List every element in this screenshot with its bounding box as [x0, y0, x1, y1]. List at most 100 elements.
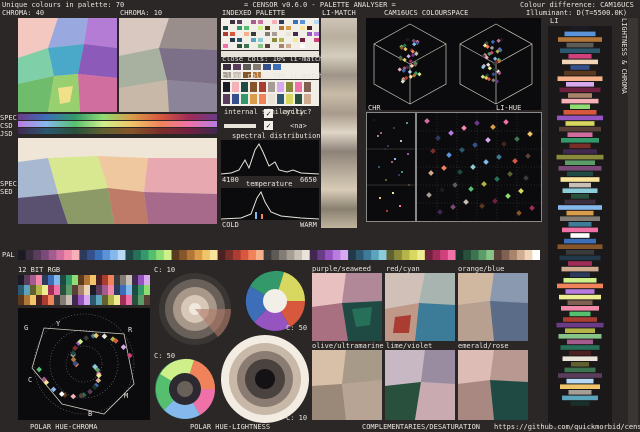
rgb12-cell: [78, 275, 84, 285]
li-hue-point: [426, 192, 432, 198]
pal-swatch: [133, 250, 142, 260]
hue-chroma-point: [120, 344, 127, 350]
li-hue-point: [523, 175, 529, 181]
lightness-bar: [570, 104, 590, 109]
lightness-chroma-label: LIGHTNESS & CHROMA: [620, 18, 628, 94]
close-colour-swatch: [295, 94, 302, 104]
lightness-bar: [557, 244, 603, 249]
pal-swatch: [294, 250, 303, 260]
comp-emerald-rose: [458, 350, 528, 420]
li-hue-point: [437, 209, 443, 215]
pal-swatch: [332, 250, 341, 260]
lightness-bar: [566, 250, 594, 255]
palette-swatch: [237, 44, 242, 48]
lightness-bar: [569, 182, 591, 188]
chroma-point: [392, 192, 394, 194]
lightness-bar: [563, 317, 597, 322]
colourspace-point: [494, 79, 500, 84]
lightness-bar: [568, 222, 592, 227]
rgb12-cell: [102, 285, 108, 295]
rgb12-cell: [96, 275, 102, 285]
pal-swatch: [79, 250, 88, 260]
close-cols-70-label: close cols: 70% li-match: [222, 72, 324, 80]
lightness-bar: [566, 378, 594, 384]
cam16ucs-label: CAM16UCS COLOURSPACE: [384, 9, 469, 17]
pal-swatch: [56, 250, 65, 260]
palette-swatch: [258, 32, 263, 36]
pal-swatch: [171, 250, 180, 260]
palette-swatch: [293, 38, 298, 42]
palette-swatch: [293, 20, 298, 24]
pal-swatch: [340, 250, 349, 260]
pal-swatch: [271, 250, 280, 260]
li-hue-point: [428, 170, 434, 176]
li-hue-point: [461, 125, 467, 131]
rgb12-cell: [54, 285, 60, 295]
temperature-label: temperature: [246, 180, 293, 188]
axis-g: G: [24, 324, 29, 332]
palette-swatch: [230, 38, 235, 42]
chroma-point: [407, 153, 409, 155]
li-hue-point: [463, 199, 469, 205]
rgb12-cell: [60, 275, 66, 285]
palette-swatch: [286, 32, 291, 36]
lightness-bar: [565, 328, 595, 333]
li-hue-point: [505, 193, 511, 199]
pal-swatch: [117, 250, 126, 260]
comp-olive-ultramarine: [312, 350, 382, 420]
pal-swatch: [302, 250, 311, 260]
rgb12-cell: [66, 285, 72, 295]
rgb12-cell: [42, 275, 48, 285]
polar-hue-lightness-label: POLAR HUE-LIGHTNESS: [190, 423, 271, 431]
pal-swatch: [202, 250, 211, 260]
polar-disc-4: [220, 334, 310, 426]
lightness-bar: [565, 289, 595, 294]
palette-swatch: [307, 26, 312, 30]
lightness-bar: [569, 311, 591, 317]
close-colour-swatch: [250, 94, 257, 104]
palette-swatch: [258, 44, 263, 48]
rgb12-cell: [84, 285, 90, 295]
close-colour-swatch: [232, 94, 239, 104]
lime-violet-label: lime/violet: [386, 342, 433, 350]
palette-swatch: [286, 44, 291, 48]
lightness-bar: [560, 48, 600, 53]
palette-swatch: [279, 32, 284, 36]
colourspace-point: [417, 72, 422, 77]
rgb12-cell: [90, 295, 96, 305]
chroma-point: [380, 132, 382, 134]
rgb12-cell: [120, 285, 126, 295]
rgb12-cell: [132, 275, 138, 285]
lightness-bar: [562, 356, 598, 361]
palette-swatch: [286, 26, 291, 30]
pal-swatch: [286, 250, 295, 260]
li-hue-point: [527, 131, 533, 137]
close-colour-swatch: [223, 82, 230, 92]
palette-swatch: [279, 26, 284, 30]
colourspace-point: [406, 54, 411, 59]
close-colour-swatch: [277, 94, 284, 104]
spectral-distribution-plot: [221, 140, 319, 176]
rgb12-cell: [108, 275, 114, 285]
pal-strip: [18, 250, 541, 260]
rgb12-cell: [42, 285, 48, 295]
rgb12-cell: [24, 295, 30, 305]
li-hue-point: [435, 135, 441, 141]
li-hue-point: [470, 164, 476, 170]
lightness-bar: [563, 278, 597, 283]
chroma-point: [401, 171, 403, 173]
colourspace-point: [489, 45, 495, 51]
pal-swatch: [125, 250, 134, 260]
lightness-bar: [569, 350, 591, 356]
li-hue-point: [507, 171, 513, 177]
lightness-bar: [561, 306, 599, 311]
lightness-bar: [559, 255, 601, 261]
pal-swatch: [186, 250, 196, 260]
palette-swatch: [251, 20, 256, 24]
li-hue-point: [512, 158, 518, 164]
pal-swatch: [209, 250, 219, 260]
rgb12-cell: [78, 285, 84, 295]
github-link[interactable]: https://github.com/quickmorbid/censor: [494, 423, 640, 431]
comp-orange-blue: [458, 273, 528, 341]
lightness-bar: [568, 93, 592, 98]
